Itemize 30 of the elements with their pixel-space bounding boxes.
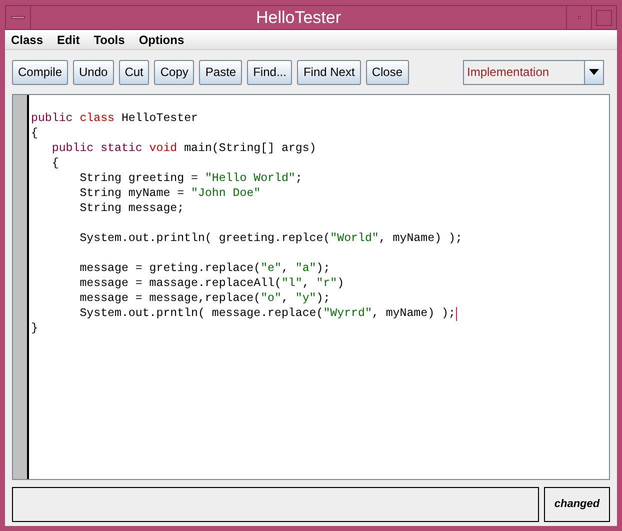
toolbar-button[interactable]: Compile [12, 60, 68, 84]
menu-item[interactable]: Tools [94, 30, 125, 48]
code-line: String greeting = "Hello World"; [78, 171, 302, 186]
code-line: public static void main(String[] args) [50, 141, 316, 156]
code-editor[interactable] [12, 94, 610, 480]
toolbar-button[interactable]: Cut [118, 60, 150, 84]
dropdown-arrow-icon [589, 69, 599, 75]
status-label: changed [554, 497, 600, 512]
code-line: System.out.prntln( message.replace("Wyrrd", myName) ); [78, 306, 456, 321]
view-dropdown[interactable]: Implementation [463, 60, 604, 84]
menu-item[interactable]: Options [138, 30, 184, 48]
toolbar-button[interactable]: Find Next [297, 60, 361, 84]
code-line: { [50, 156, 59, 171]
code-line: public class HelloTester [31, 111, 198, 126]
menu-item[interactable]: Edit [57, 30, 80, 48]
code-line: message = greting.replace("e", "a"); [78, 261, 330, 276]
toolbar-button[interactable]: Undo [73, 60, 114, 84]
window-title: HelloTester [254, 6, 342, 29]
toolbar-button[interactable]: Paste [199, 60, 242, 84]
code-line: message = message,replace("o", "y"); [78, 291, 330, 306]
code-line: { [31, 126, 38, 141]
code-line: message = massage.replaceAll("l", "r") [78, 276, 344, 291]
toolbar-button[interactable]: Close [366, 60, 408, 84]
toolbar-button[interactable]: Copy [154, 60, 194, 84]
code-line: String myName = "John Doe" [78, 186, 261, 201]
code-line: String message; [78, 201, 184, 216]
menu-item[interactable]: Class [11, 30, 44, 48]
code-line: } [31, 321, 38, 336]
code-line: System.out.println( greeting.replce("World", myName) ); [78, 231, 462, 246]
toolbar-button[interactable]: Find... [247, 60, 292, 84]
